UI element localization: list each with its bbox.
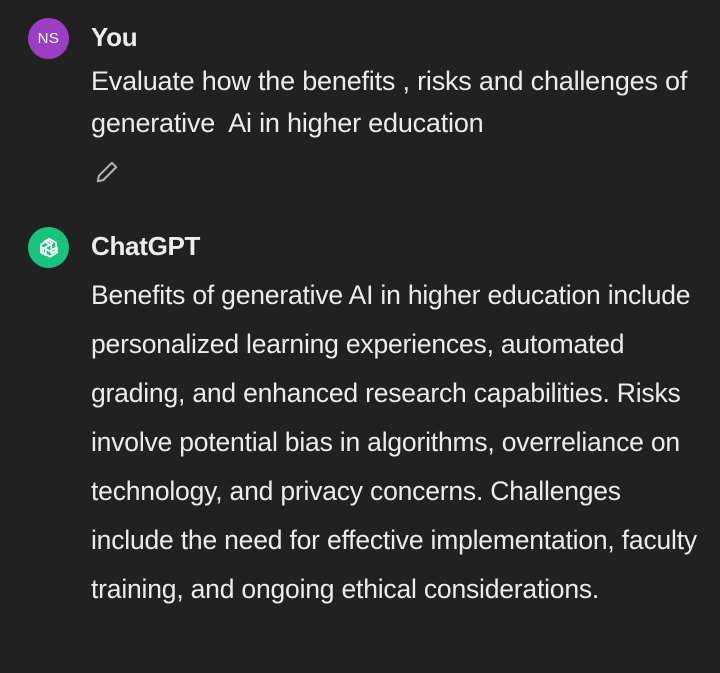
assistant-avatar [28,227,69,268]
user-avatar: NS [28,18,69,59]
pencil-icon [96,161,118,183]
assistant-author-name: ChatGPT [91,231,201,261]
user-message-text: Evaluate how the benefits , risks and ch… [91,66,695,138]
user-avatar-initials: NS [37,30,60,47]
openai-logo-icon [39,237,58,258]
user-author-name: You [91,22,138,52]
assistant-message-text: Benefits of generative AI in higher educ… [91,280,697,604]
edit-message-button[interactable] [92,157,122,187]
